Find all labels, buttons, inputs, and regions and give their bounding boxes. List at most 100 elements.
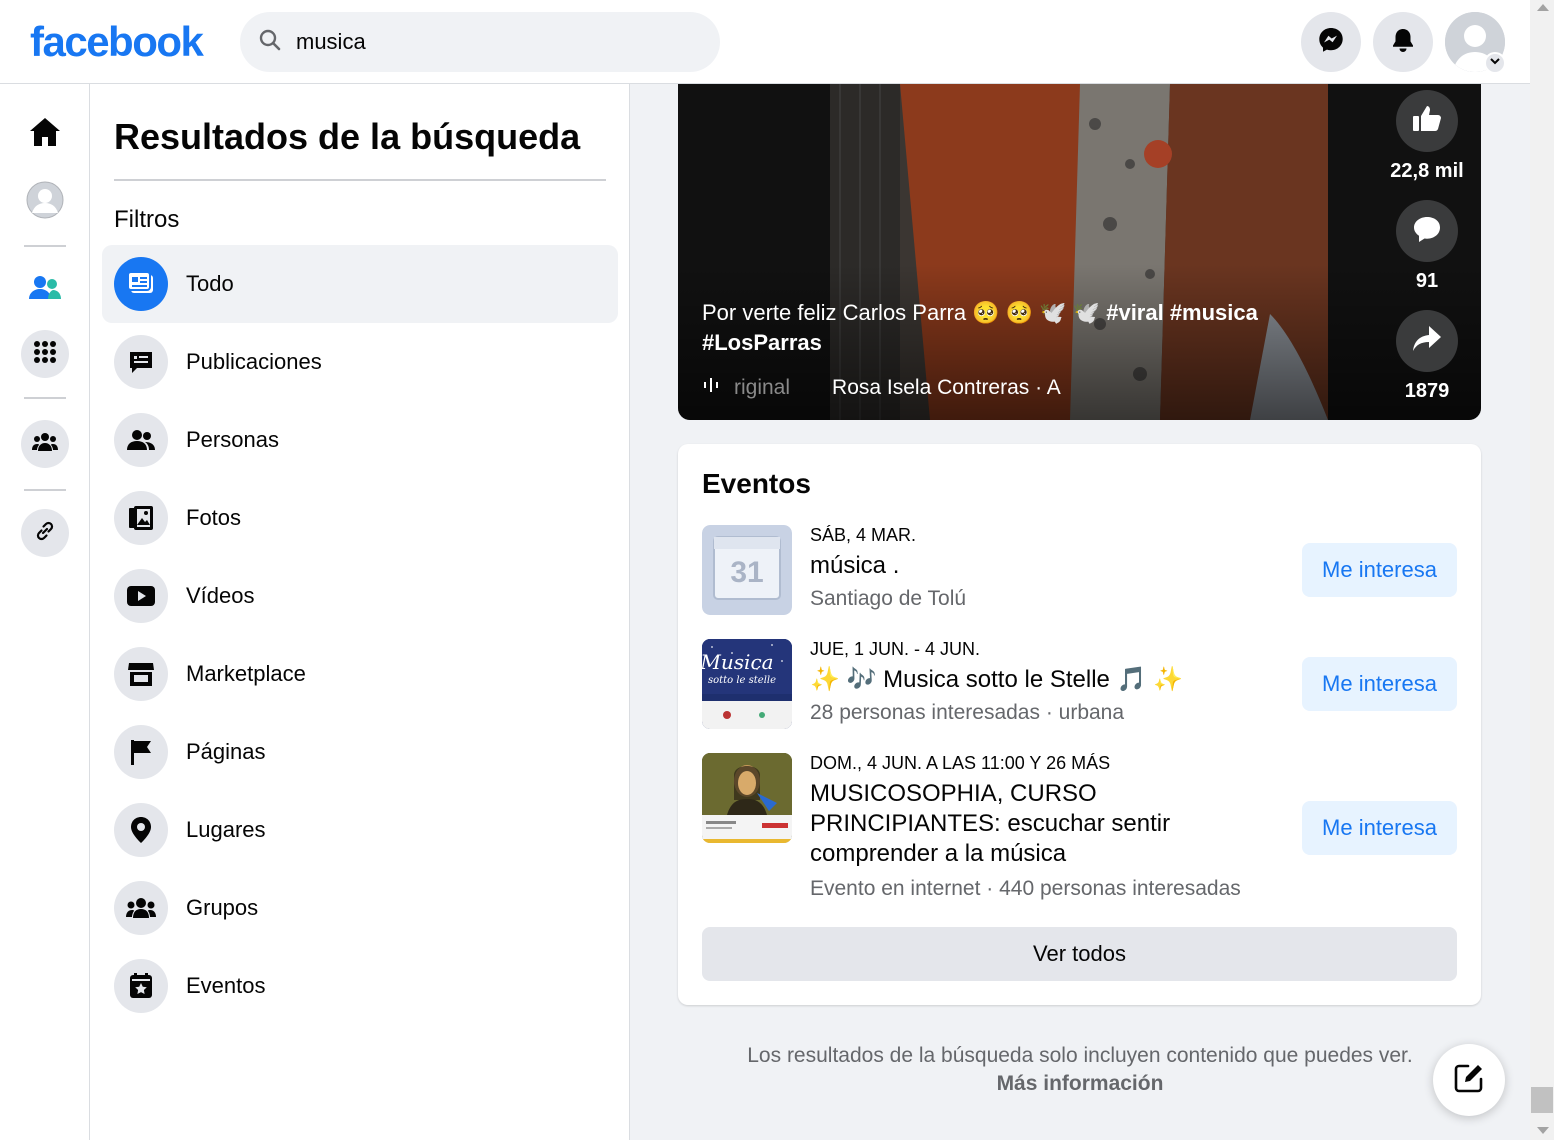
event-item[interactable]: DOM., 4 JUN. A LAS 11:00 Y 26 MÁS MUSICO…: [702, 753, 1457, 913]
audio-author: Rosa Isela Contreras · A: [832, 376, 1061, 399]
interested-button[interactable]: Me interesa: [1302, 543, 1457, 597]
svg-text:sotto le stelle: sotto le stelle: [708, 675, 776, 686]
new-message-button[interactable]: [1433, 1044, 1505, 1116]
filter-label: Vídeos: [186, 583, 255, 608]
friends-button[interactable]: [21, 266, 69, 314]
svg-text:Musica: Musica: [702, 650, 774, 674]
scroll-down-arrow-icon[interactable]: [1537, 1127, 1549, 1134]
home-button[interactable]: [21, 110, 69, 158]
filter-publicaciones[interactable]: Publicaciones: [102, 323, 618, 401]
reel-video-card[interactable]: Por verte feliz Carlos Parra 🥺 🥺 🕊️ 🕊️ #…: [678, 84, 1481, 420]
filter-label: Todo: [186, 271, 234, 296]
event-item[interactable]: 31 SÁB, 4 MAR. música . Santiago de Tolú…: [702, 525, 1457, 620]
event-meta: Santiago de Tolú: [810, 587, 967, 610]
reel-caption: Por verte feliz Carlos Parra 🥺 🥺 🕊️ 🕊️ #…: [702, 298, 1302, 358]
events-icon: [114, 959, 168, 1013]
event-date: DOM., 4 JUN. A LAS 11:00 Y 26 MÁS: [810, 753, 1111, 773]
posts-icon: [114, 335, 168, 389]
friends-icon: [28, 274, 62, 307]
comment-count: 91: [1415, 270, 1439, 292]
link-button[interactable]: [21, 509, 69, 557]
location-icon: [114, 803, 168, 857]
compose-icon: [1452, 1061, 1486, 1100]
search-input[interactable]: [296, 29, 676, 55]
scroll-up-arrow-icon[interactable]: [1537, 4, 1549, 11]
profile-button[interactable]: [21, 176, 69, 224]
filter-personas[interactable]: Personas: [102, 401, 618, 479]
apps-menu-button[interactable]: [21, 330, 69, 378]
link-icon: [33, 519, 57, 548]
filter-label: Publicaciones: [186, 349, 322, 374]
people-icon: [114, 413, 168, 467]
rail-divider: [24, 489, 66, 491]
marketplace-icon: [114, 647, 168, 701]
event-date: JUE, 1 JUN. - 4 JUN.: [810, 639, 981, 659]
facebook-logo[interactable]: facebook: [30, 18, 204, 66]
groups-icon: [114, 881, 168, 935]
event-meta: Evento en internet · 440 personas intere…: [810, 877, 1241, 900]
rail-divider: [24, 245, 66, 247]
search-filters-sidebar: Resultados de la búsqueda Filtros Todo P…: [90, 84, 630, 1140]
interested-button[interactable]: Me interesa: [1302, 657, 1457, 711]
search-results-notice: Los resultados de la búsqueda solo inclu…: [700, 1042, 1460, 1098]
filter-label: Eventos: [186, 973, 266, 998]
filter-fotos[interactable]: Fotos: [102, 479, 618, 557]
flag-icon: [114, 725, 168, 779]
profile-avatar: [26, 181, 64, 219]
audio-wave-icon: [702, 376, 720, 400]
page-scrollbar[interactable]: [1530, 0, 1554, 1140]
comment-button[interactable]: [1396, 200, 1458, 262]
apps-grid-icon: [33, 340, 57, 369]
filter-videos[interactable]: Vídeos: [102, 557, 618, 635]
messenger-icon: [1317, 26, 1345, 59]
filter-lugares[interactable]: Lugares: [102, 791, 618, 869]
filter-todo[interactable]: Todo: [102, 245, 618, 323]
filter-marketplace[interactable]: Marketplace: [102, 635, 618, 713]
filter-eventos[interactable]: Eventos: [102, 947, 618, 1025]
event-meta: 28 personas interesadas · urbana: [810, 701, 1125, 724]
reel-caption-text: Por verte feliz Carlos Parra 🥺 🥺 🕊️ 🕊️: [702, 300, 1107, 325]
event-title[interactable]: ✨ 🎶 Musica sotto le Stelle 🎵 ✨: [810, 665, 1270, 695]
interested-button[interactable]: Me interesa: [1302, 801, 1457, 855]
calendar-31-icon[interactable]: 31: [702, 525, 792, 615]
filter-label: Lugares: [186, 817, 266, 842]
title-divider: [114, 179, 606, 181]
filter-label: Páginas: [186, 739, 266, 764]
filter-label: Grupos: [186, 895, 259, 920]
notice-text: Los resultados de la búsqueda solo inclu…: [747, 1044, 1413, 1067]
messenger-button[interactable]: [1301, 12, 1361, 72]
more-info-link[interactable]: Más información: [700, 1070, 1460, 1098]
event-title[interactable]: música .: [810, 551, 1270, 581]
notifications-button[interactable]: [1373, 12, 1433, 72]
rail-divider: [24, 397, 66, 399]
event-poster-image[interactable]: Musica sotto le stelle: [702, 639, 792, 729]
account-menu-chevron[interactable]: [1484, 52, 1506, 74]
event-poster-image[interactable]: [702, 753, 792, 843]
filters-heading: Filtros: [114, 206, 180, 233]
groups-button[interactable]: [21, 420, 69, 468]
events-card: Eventos 31 SÁB, 4 MAR. música . Santiago…: [678, 444, 1481, 1005]
search-icon: [258, 28, 282, 57]
filter-label: Personas: [186, 427, 279, 452]
left-navigation-rail: [0, 84, 90, 1140]
see-all-events-button[interactable]: Ver todos: [702, 927, 1457, 981]
scrollbar-thumb[interactable]: [1531, 1087, 1553, 1113]
page-title: Resultados de la búsqueda: [114, 116, 581, 157]
bell-icon: [1390, 27, 1416, 58]
filter-grupos[interactable]: Grupos: [102, 869, 618, 947]
share-count: 1879: [1404, 380, 1450, 402]
feed-icon: [114, 257, 168, 311]
chevron-down-icon: [1489, 54, 1501, 72]
video-icon: [114, 569, 168, 623]
event-item[interactable]: Musica sotto le stelle JUE, 1 JUN. - 4 JU…: [702, 639, 1457, 734]
home-icon: [28, 116, 62, 153]
thumbs-up-icon: [1411, 103, 1443, 140]
like-button[interactable]: [1396, 90, 1458, 152]
event-title[interactable]: MUSICOSOPHIA, CURSO PRINCIPIANTES: escuc…: [810, 779, 1280, 869]
search-box[interactable]: [240, 12, 720, 72]
event-date: SÁB, 4 MAR.: [810, 525, 917, 545]
reel-audio-info[interactable]: riginal Rosa Isela Contreras · A: [702, 376, 1061, 400]
filter-paginas[interactable]: Páginas: [102, 713, 618, 791]
filter-label: Fotos: [186, 505, 242, 530]
share-button[interactable]: [1396, 310, 1458, 372]
